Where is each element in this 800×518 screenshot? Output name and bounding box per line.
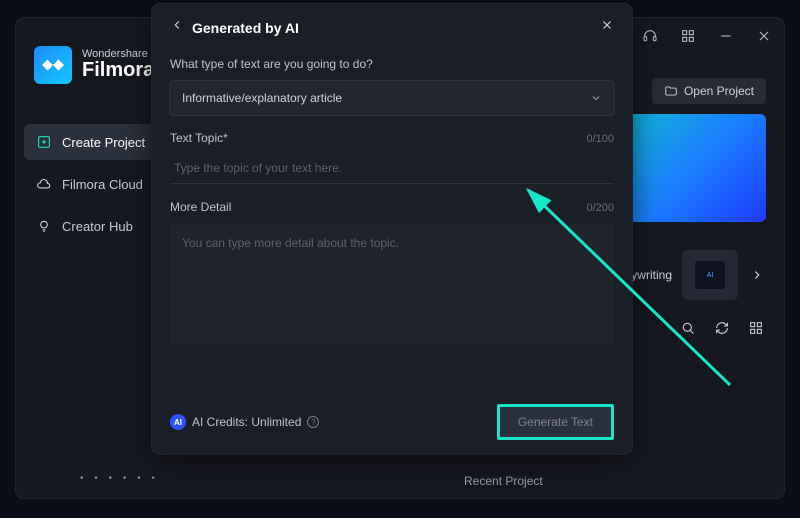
copywriting-card[interactable]: AI (682, 250, 738, 300)
sidebar-item-create-project[interactable]: Create Project (24, 124, 164, 160)
refresh-icon[interactable] (712, 318, 732, 338)
open-project-button[interactable]: Open Project (652, 78, 766, 104)
app-shell: Open Project Wondershare Filmora Create … (0, 0, 800, 518)
modal-header: Generated by AI (170, 18, 614, 37)
topic-label: Text Topic* (170, 131, 228, 145)
sidebar-item-label: Filmora Cloud (62, 177, 143, 192)
topic-counter: 0/100 (586, 133, 614, 145)
detail-counter: 0/200 (586, 202, 614, 214)
plus-square-icon (36, 134, 52, 150)
support-headset-icon[interactable] (638, 24, 662, 48)
close-icon[interactable] (600, 18, 614, 37)
folder-icon (664, 84, 678, 98)
recent-project-label: Recent Project (464, 474, 543, 488)
open-project-label: Open Project (684, 84, 754, 98)
modal-footer: AI AI Credits: Unlimited ? Generate Text (170, 404, 614, 440)
search-icon[interactable] (678, 318, 698, 338)
brand-line2: Filmora (82, 60, 154, 81)
close-window-icon[interactable] (752, 24, 776, 48)
info-icon[interactable]: ? (307, 416, 319, 428)
chevron-right-icon[interactable] (748, 250, 766, 300)
sidebar: Create Project Filmora Cloud Creator Hub (24, 124, 164, 244)
ai-badge-icon: AI (170, 414, 186, 430)
select-value: Informative/explanatory article (182, 91, 342, 105)
ai-chip-icon: AI (695, 261, 725, 289)
question-label: What type of text are you going to do? (170, 57, 614, 71)
sidebar-item-creator-hub[interactable]: Creator Hub (24, 208, 164, 244)
sidebar-item-label: Creator Hub (62, 219, 133, 234)
pager-dots[interactable]: • • • • • • (80, 473, 159, 484)
sidebar-item-filmora-cloud[interactable]: Filmora Cloud (24, 166, 164, 202)
topic-field-row: Text Topic* 0/100 (170, 131, 614, 145)
apps-grid-icon[interactable] (676, 24, 700, 48)
modal-title: Generated by AI (192, 20, 592, 36)
credits-label: AI Credits: Unlimited (192, 415, 301, 429)
detail-field-row: More Detail 0/200 (170, 200, 614, 214)
topic-input[interactable] (170, 153, 614, 184)
project-thumbnail[interactable] (626, 114, 766, 222)
cloud-icon (36, 176, 52, 192)
minimize-icon[interactable] (714, 24, 738, 48)
sidebar-item-label: Create Project (62, 135, 145, 150)
grid-view-icon[interactable] (746, 318, 766, 338)
text-type-select[interactable]: Informative/explanatory article (170, 81, 614, 115)
brand: Wondershare Filmora (34, 46, 154, 84)
tool-row (678, 318, 766, 338)
detail-label: More Detail (170, 200, 231, 214)
generated-by-ai-modal: Generated by AI What type of text are yo… (152, 4, 632, 454)
back-icon[interactable] (170, 18, 184, 37)
filmora-logo-icon (34, 46, 72, 84)
brand-text: Wondershare Filmora (82, 49, 154, 82)
card-row: Copywriting AI (609, 250, 766, 300)
ai-credits: AI AI Credits: Unlimited ? (170, 414, 319, 430)
bulb-icon (36, 218, 52, 234)
detail-textarea[interactable] (170, 224, 614, 344)
chevron-down-icon (590, 92, 602, 104)
generate-text-button[interactable]: Generate Text (497, 404, 614, 440)
